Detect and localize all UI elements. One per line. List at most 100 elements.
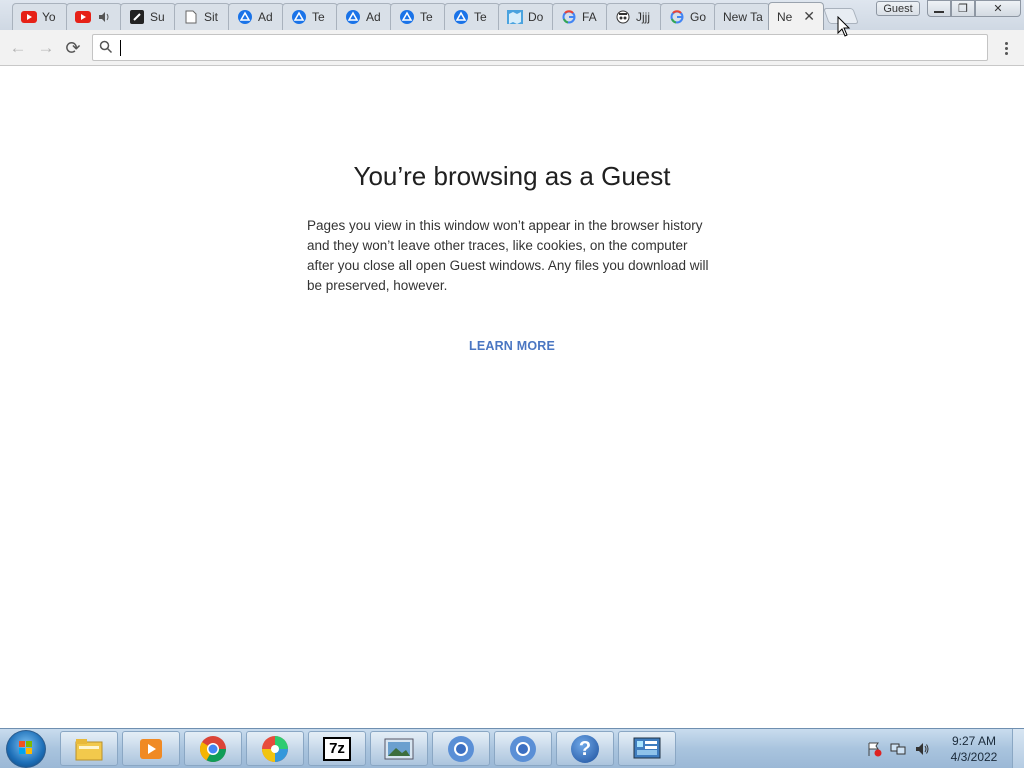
- omnibox-input[interactable]: [119, 38, 983, 59]
- taskbar-chrome[interactable]: [184, 731, 242, 766]
- tab-label: Su: [150, 10, 165, 24]
- chrome-icon: [199, 735, 227, 762]
- taskbar-chromium-1[interactable]: [432, 731, 490, 766]
- text-caret: [120, 40, 121, 56]
- minimize-icon: [934, 10, 944, 13]
- youtube-icon: [21, 9, 37, 25]
- page-icon: [183, 9, 199, 25]
- tab-9[interactable]: Te: [444, 3, 500, 30]
- tab-2[interactable]: [66, 3, 122, 30]
- forward-button[interactable]: →: [36, 38, 56, 58]
- menu-dot: [1004, 41, 1008, 45]
- 7zip-icon: 7z: [323, 736, 351, 761]
- system-tray: [862, 738, 942, 760]
- tab-label: Do: [528, 10, 544, 24]
- show-desktop-button[interactable]: [1012, 729, 1024, 768]
- tab-label: Ne: [777, 9, 793, 24]
- audio-playing-icon[interactable]: [96, 9, 112, 25]
- reload-button[interactable]: ⟳: [63, 38, 83, 58]
- tab-label: Go: [690, 10, 707, 24]
- taskbar-media-player[interactable]: [122, 731, 180, 766]
- mouse-cursor-icon: [837, 16, 851, 37]
- file-explorer-icon: [75, 738, 103, 760]
- start-button[interactable]: [6, 730, 46, 768]
- taskbar-picture-viewer[interactable]: [370, 731, 428, 766]
- tab-active[interactable]: Ne ✕: [768, 2, 824, 30]
- back-arrow-icon: ←: [9, 38, 27, 57]
- tab-4[interactable]: Sit: [174, 3, 230, 30]
- windows-logo-icon: [19, 741, 32, 754]
- guest-profile-badge[interactable]: Guest: [876, 1, 920, 16]
- drive-icon: [453, 9, 469, 25]
- taskbar-control-panel[interactable]: [618, 731, 676, 766]
- learn-more-link[interactable]: LEARN MORE: [0, 339, 1024, 353]
- close-window-button[interactable]: ✕: [975, 0, 1021, 17]
- network-icon[interactable]: [890, 741, 906, 757]
- volume-icon[interactable]: [914, 741, 930, 757]
- clock-date: 4/3/2022: [950, 750, 998, 764]
- google-icon: [561, 9, 577, 25]
- tab-11[interactable]: FA: [552, 3, 608, 30]
- tab-label: Te: [474, 10, 487, 24]
- system-clock[interactable]: 9:27 AM 4/3/2022: [940, 733, 1008, 765]
- minimize-button[interactable]: [927, 0, 951, 17]
- tab-14[interactable]: New Ta: [714, 3, 770, 30]
- reload-icon: ⟳: [65, 37, 81, 58]
- menu-dot: [1004, 51, 1008, 55]
- tab-label: Sit: [204, 10, 219, 24]
- taskbar-7zip[interactable]: 7z: [308, 731, 366, 766]
- photos-icon: [262, 735, 288, 762]
- youtube-icon: [75, 9, 91, 25]
- menu-dot: [1004, 46, 1008, 50]
- tab-label: Ad: [366, 10, 381, 24]
- drive-icon: [345, 9, 361, 25]
- close-icon: ✕: [993, 3, 1003, 15]
- app-icon: [129, 9, 145, 25]
- restore-button[interactable]: ❐: [951, 0, 975, 17]
- tab-close-icon[interactable]: ✕: [803, 8, 815, 25]
- taskbar-help[interactable]: ?: [556, 731, 614, 766]
- tab-12[interactable]: Jjjj: [606, 3, 662, 30]
- search-icon: [99, 40, 113, 54]
- help-icon: ?: [571, 734, 599, 763]
- taskbar-photos[interactable]: [246, 731, 304, 766]
- browser-menu-button[interactable]: [998, 38, 1014, 58]
- tab-label: FA: [582, 10, 597, 24]
- back-button[interactable]: ←: [8, 38, 28, 58]
- tab-strip: Yo Su Sit Ad Te Ad Te Te Do FA Jjjj Go N…: [0, 0, 1024, 30]
- tab-7[interactable]: Ad: [336, 3, 392, 30]
- drive-icon: [237, 9, 253, 25]
- page-title: You’re browsing as a Guest: [353, 161, 671, 191]
- google-icon: [669, 9, 685, 25]
- media-player-icon: [140, 738, 162, 759]
- clock-time: 9:27 AM: [951, 734, 997, 748]
- omnibox[interactable]: [92, 34, 988, 61]
- drive-icon: [291, 9, 307, 25]
- tab-label: Ad: [258, 10, 273, 24]
- action-center-flag-icon[interactable]: [866, 741, 882, 757]
- taskbar: 7z ? 9:27 AM 4/3/2022: [0, 728, 1024, 768]
- chromium-icon: [510, 735, 536, 762]
- chromium-icon: [448, 735, 474, 762]
- tab-13[interactable]: Go: [660, 3, 716, 30]
- tab-8[interactable]: Te: [390, 3, 446, 30]
- tab-label: Te: [420, 10, 433, 24]
- picture-viewer-icon: [384, 738, 414, 759]
- tab-label: Jjjj: [636, 10, 650, 24]
- guest-page: You’re browsing as a Guest Pages you vie…: [0, 66, 1024, 728]
- drive-icon: [399, 9, 415, 25]
- tab-label: New Ta: [723, 10, 763, 24]
- control-panel-icon: [633, 737, 661, 758]
- tab-3[interactable]: Su: [120, 3, 176, 30]
- tab-label: Te: [312, 10, 325, 24]
- guest-description: Pages you view in this window won’t appe…: [307, 218, 709, 293]
- restore-icon: ❐: [958, 3, 968, 15]
- tab-1[interactable]: Yo: [12, 3, 68, 30]
- taskbar-file-explorer[interactable]: [60, 731, 118, 766]
- incognito-icon: [615, 9, 631, 25]
- tab-6[interactable]: Te: [282, 3, 338, 30]
- tab-10[interactable]: Do: [498, 3, 554, 30]
- taskbar-chromium-2[interactable]: [494, 731, 552, 766]
- tab-5[interactable]: Ad: [228, 3, 284, 30]
- tab-label: Yo: [42, 10, 56, 24]
